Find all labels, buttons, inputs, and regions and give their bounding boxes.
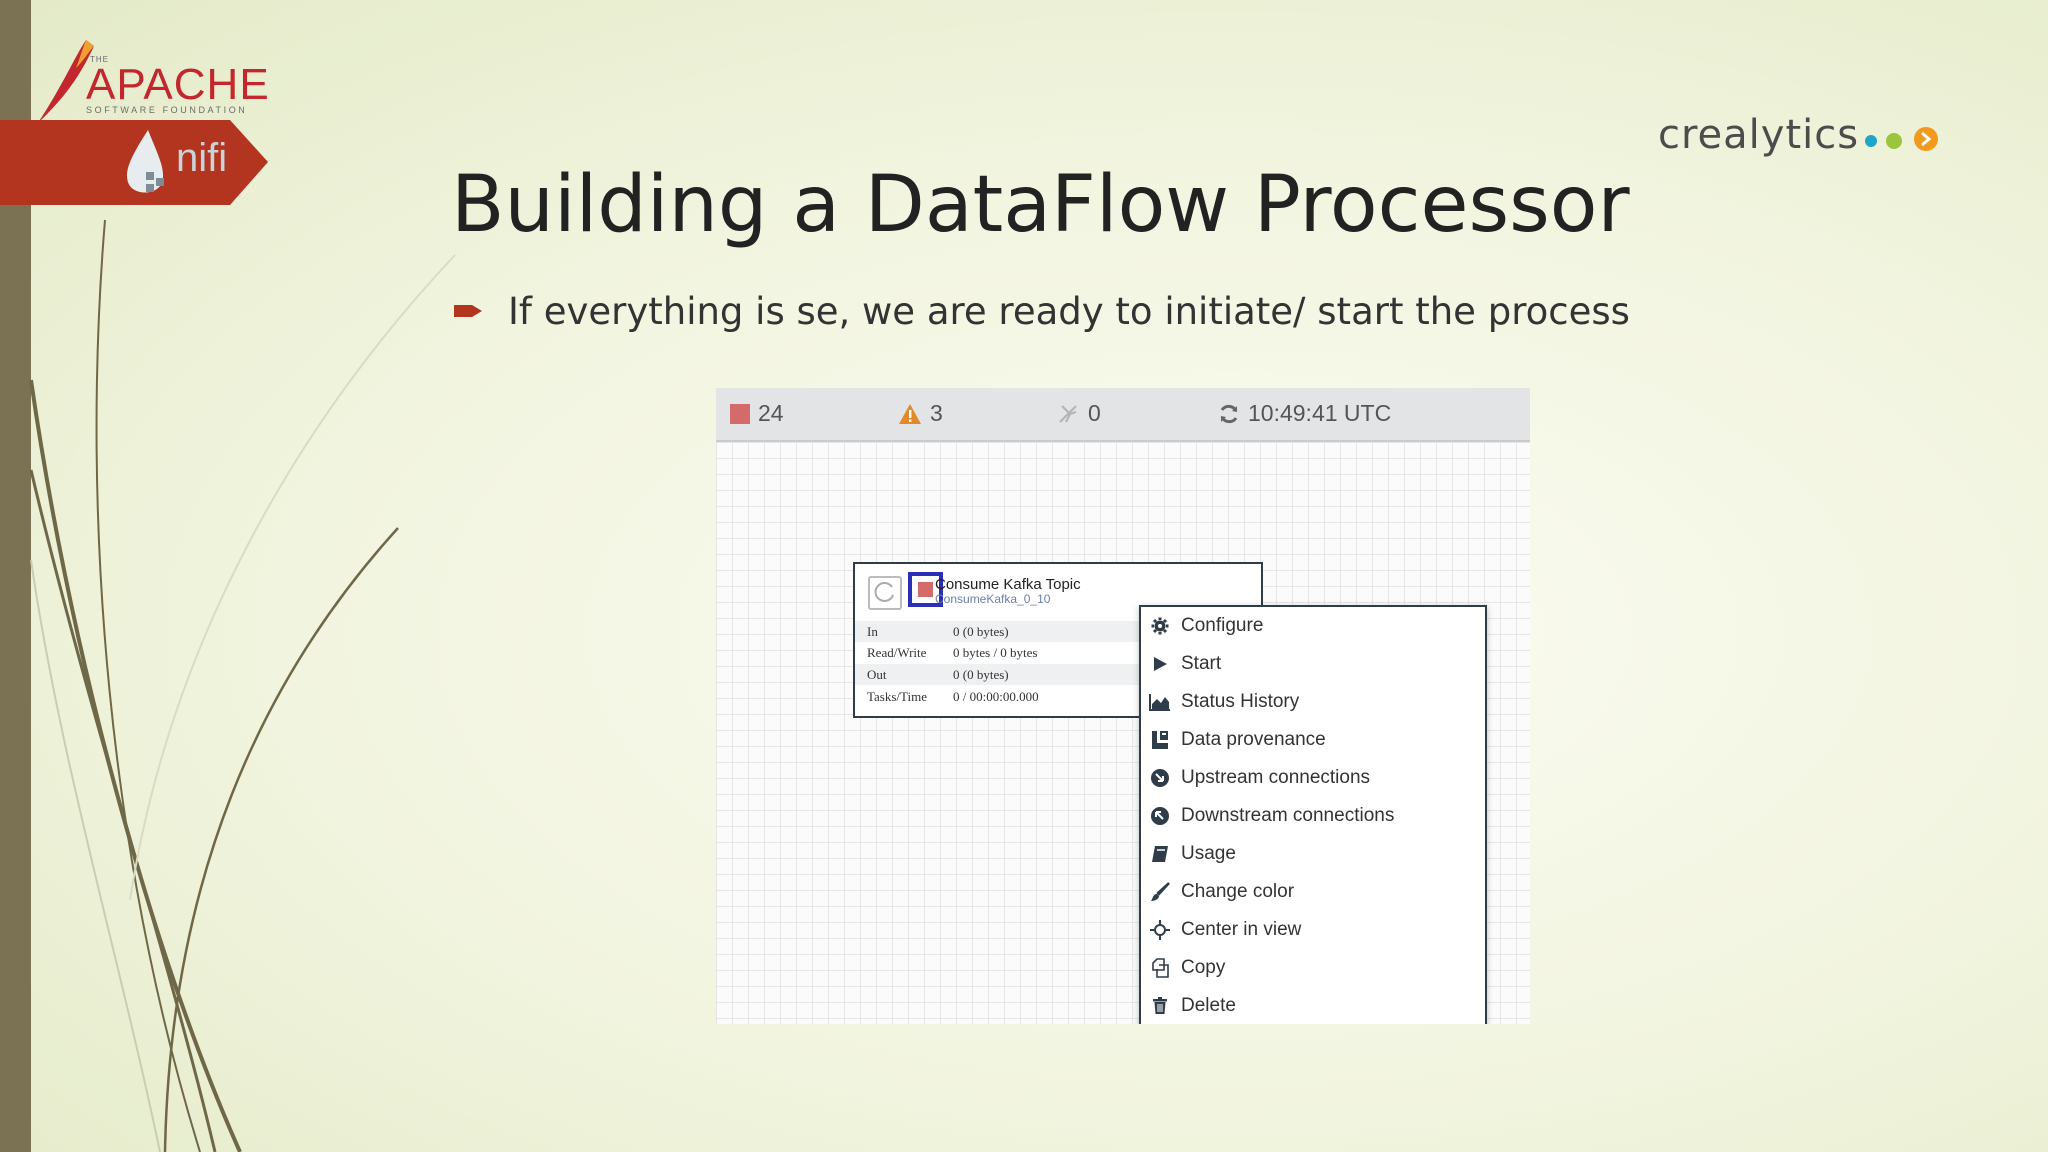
stop-square-icon: [730, 403, 750, 424]
apache-subtitle: SOFTWARE FOUNDATION: [86, 105, 248, 115]
slide-title: Building a DataFlow Processor: [451, 160, 1630, 250]
disabled-status: 0: [1056, 400, 1101, 427]
stopped-status: 24: [730, 400, 784, 427]
play-icon: [1149, 653, 1171, 675]
processor-type: ConsumeKafka_0_10: [935, 592, 1051, 606]
disabled-count: 0: [1088, 400, 1101, 426]
copy-icon: [1149, 957, 1171, 979]
provenance-icon: [1149, 729, 1171, 751]
processor-context-menu: Configure Start Status History Data prov…: [1139, 605, 1487, 1024]
nifi-wordmark: nifi: [176, 136, 228, 180]
refresh-status[interactable]: 10:49:41 UTC: [1218, 400, 1391, 427]
processor-icon: [868, 576, 902, 610]
menu-item-start[interactable]: Start: [1141, 645, 1485, 683]
warning-count: 3: [930, 400, 943, 426]
book-icon: [1149, 843, 1171, 865]
menu-item-upstream-connections[interactable]: Upstream connections: [1141, 759, 1485, 797]
bullet-text: If everything is se, we are ready to ini…: [508, 290, 1630, 333]
nifi-screenshot: 24 3 0 10:49:41 UTC Consume Kafka Topic …: [716, 388, 1530, 1024]
gear-icon: [1149, 615, 1171, 637]
menu-item-change-color[interactable]: Change color: [1141, 873, 1485, 911]
menu-item-configure[interactable]: Configure: [1141, 607, 1485, 645]
flow-canvas[interactable]: Consume Kafka Topic ConsumeKafka_0_10 In…: [716, 442, 1530, 1024]
apache-wordmark: APACHE: [86, 60, 270, 109]
stopped-count: 24: [758, 400, 784, 426]
bullet-arrow-icon: [454, 305, 482, 317]
crosshair-icon: [1149, 919, 1171, 941]
last-refresh-time: 10:49:41 UTC: [1248, 400, 1392, 426]
menu-item-downstream-connections[interactable]: Downstream connections: [1141, 797, 1485, 835]
menu-item-data-provenance[interactable]: Data provenance: [1141, 721, 1485, 759]
trash-icon: [1149, 995, 1171, 1017]
menu-item-copy[interactable]: Copy: [1141, 949, 1485, 987]
warning-icon: [899, 403, 921, 424]
processor-name: Consume Kafka Topic: [935, 576, 1081, 593]
crealytics-dots-icon: [1865, 127, 1938, 151]
status-bar: 24 3 0 10:49:41 UTC: [716, 388, 1530, 442]
menu-item-usage[interactable]: Usage: [1141, 835, 1485, 873]
refresh-icon[interactable]: [1218, 403, 1240, 425]
area-chart-icon: [1149, 691, 1171, 713]
menu-item-delete[interactable]: Delete: [1141, 987, 1485, 1024]
disabled-icon: [1059, 404, 1077, 423]
warning-status: 3: [898, 400, 943, 427]
crealytics-logo: crealytics: [1658, 112, 1860, 158]
nifi-banner: [0, 120, 268, 205]
menu-item-center-in-view[interactable]: Center in view: [1141, 911, 1485, 949]
brush-icon: [1149, 881, 1171, 903]
menu-item-status-history[interactable]: Status History: [1141, 683, 1485, 721]
downstream-icon: [1149, 805, 1171, 827]
upstream-icon: [1149, 767, 1171, 789]
